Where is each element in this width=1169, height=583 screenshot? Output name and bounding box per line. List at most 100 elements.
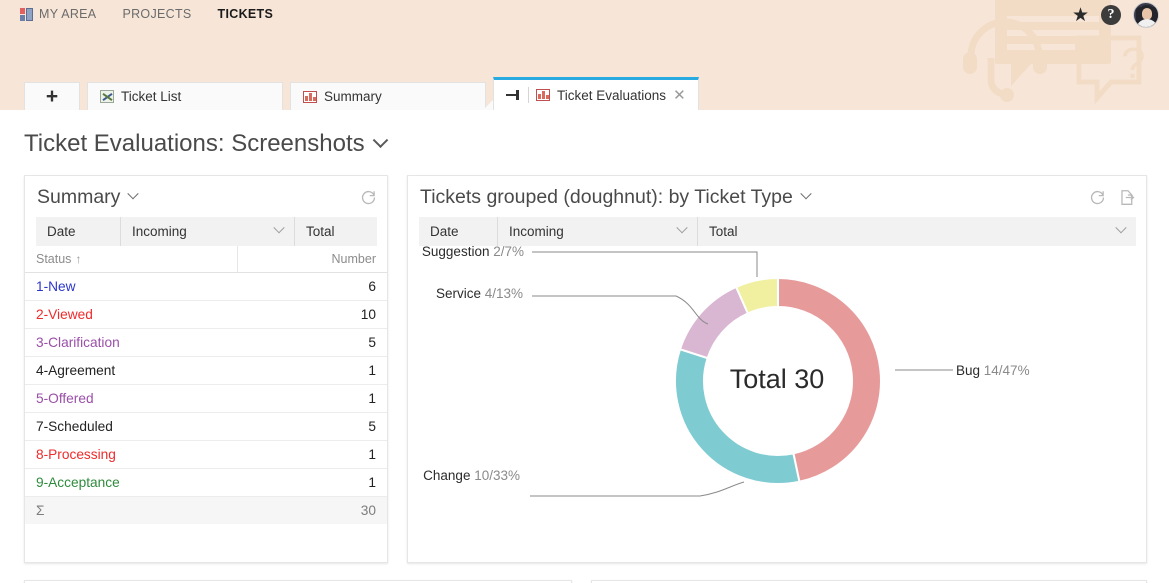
tab-ticket-list[interactable]: Ticket List — [87, 82, 283, 110]
cell-total-symbol: Σ — [25, 496, 238, 524]
chart-widget-title: Tickets grouped (doughnut): by Ticket Ty… — [420, 186, 793, 208]
filter-incoming[interactable]: Incoming — [497, 217, 697, 246]
table-row[interactable]: 8-Processing 1 — [25, 440, 387, 469]
pin-icon[interactable] — [506, 89, 521, 101]
star-icon[interactable]: ★ — [1072, 6, 1089, 25]
table-row[interactable]: 2-Viewed 10 — [25, 300, 387, 329]
tab-ticket-evaluations[interactable]: Ticket Evaluations ✕ — [493, 77, 699, 110]
chart-icon — [303, 90, 317, 103]
cell-status[interactable]: 7-Scheduled — [25, 412, 238, 441]
callout-line-service — [532, 295, 709, 325]
filter-incoming-label: Incoming — [509, 224, 564, 239]
cell-number: 5 — [237, 328, 387, 357]
cell-status[interactable]: 5-Offered — [25, 384, 238, 413]
chevron-down-icon[interactable] — [800, 187, 812, 199]
cell-status[interactable]: 1-New — [25, 272, 238, 301]
page-title: Ticket Evaluations: Screenshots — [0, 110, 1169, 158]
cell-number: 6 — [237, 272, 387, 301]
close-icon[interactable]: ✕ — [673, 88, 686, 103]
chevron-down-icon[interactable] — [1115, 221, 1127, 233]
tab-label-summary: Summary — [324, 89, 382, 104]
cell-status[interactable]: 8-Processing — [25, 440, 238, 469]
summary-filter-bar: Date Incoming Total — [36, 217, 377, 246]
chart-filter-bar: Date Incoming Total — [419, 217, 1136, 246]
summary-widget: Summary Date Incoming Total Status ↑ Num… — [24, 175, 388, 563]
doughnut-label-suggestion: Suggestion 2/7% — [422, 246, 524, 259]
doughnut-label-change: Change 10/33% — [423, 468, 520, 483]
cell-number: 1 — [237, 356, 387, 385]
chevron-down-icon[interactable] — [372, 131, 388, 148]
table-row[interactable]: 5-Offered 1 — [25, 384, 387, 413]
cell-total-number: 30 — [237, 496, 387, 524]
summary-table-body: 1-New 6 2-Viewed 10 3-Clarification 5 4-Agreem… — [25, 272, 387, 524]
filter-date[interactable]: Date — [36, 217, 120, 246]
nav-item-my-area[interactable]: MY AREA — [20, 0, 96, 28]
refresh-icon[interactable] — [1089, 189, 1106, 206]
chart-widget-header: Tickets grouped (doughnut): by Ticket Ty… — [408, 176, 1146, 215]
summary-table: Status ↑ Number 1-New 6 2-Viewed 10 3-Clarifi… — [25, 246, 387, 524]
filter-incoming[interactable]: Incoming — [120, 217, 294, 246]
widget-row: Summary Date Incoming Total Status ↑ Num… — [0, 158, 1169, 563]
filter-incoming-label: Incoming — [132, 224, 187, 239]
cell-status[interactable]: 2-Viewed — [25, 300, 238, 329]
tab-summary[interactable]: Summary — [290, 82, 486, 110]
cell-number: 10 — [237, 300, 387, 329]
filter-total-label: Total — [306, 224, 335, 239]
refresh-icon[interactable] — [360, 189, 377, 206]
top-bar: ? MY AREA PROJECTS TICKETS ★ ? + Ticket … — [0, 0, 1169, 110]
filter-total[interactable]: Total — [697, 217, 1136, 246]
chevron-down-icon[interactable] — [676, 221, 688, 233]
nav-label-my-area: MY AREA — [39, 7, 97, 21]
chart-icon — [536, 89, 550, 101]
help-icon[interactable]: ? — [1101, 5, 1121, 25]
table-row[interactable]: 7-Scheduled 5 — [25, 412, 387, 441]
cell-number: 1 — [237, 440, 387, 469]
cell-status[interactable]: 9-Acceptance — [25, 468, 238, 497]
table-header-row: Status ↑ Number — [25, 246, 387, 273]
doughnut-chart-widget: Tickets grouped (doughnut): by Ticket Ty… — [407, 175, 1147, 563]
table-row[interactable]: 1-New 6 — [25, 272, 387, 301]
cell-number: 1 — [237, 468, 387, 497]
add-tab-button[interactable]: + — [24, 82, 80, 110]
page-title-text: Ticket Evaluations: Screenshots — [24, 130, 365, 157]
filter-date[interactable]: Date — [419, 217, 497, 246]
nav-item-projects[interactable]: PROJECTS — [122, 0, 191, 28]
nav-item-tickets[interactable]: TICKETS — [218, 0, 274, 28]
summary-widget-title: Summary — [37, 186, 121, 208]
tab-strip: + Ticket List Summary Ticket Evaluations… — [0, 77, 1169, 110]
export-icon[interactable] — [1119, 189, 1136, 206]
cell-number: 1 — [237, 384, 387, 413]
chevron-down-icon[interactable] — [127, 187, 140, 199]
avatar[interactable] — [1133, 2, 1159, 28]
tools-icon — [100, 90, 114, 103]
page-body: Ticket Evaluations: Screenshots Summary — [0, 110, 1169, 583]
doughnut-slice-service[interactable] — [678, 285, 750, 360]
doughnut-center-total: Total 30 — [729, 364, 825, 394]
filter-date-label: Date — [430, 224, 459, 239]
column-header-number[interactable]: Number — [236, 246, 387, 273]
doughnut-svg: Bug 14/47%Change 10/33%Service 4/13%Sugg… — [422, 246, 1030, 497]
doughnut-label-service: Service 4/13% — [436, 286, 523, 301]
chevron-down-icon[interactable] — [273, 221, 285, 233]
cell-status[interactable]: 4-Agreement — [25, 356, 238, 385]
cell-number: 5 — [237, 412, 387, 441]
top-icon-group: ★ ? — [1072, 2, 1159, 28]
table-row[interactable]: 4-Agreement 1 — [25, 356, 387, 385]
tab-label-ticket-list: Ticket List — [121, 89, 182, 104]
table-row[interactable]: 9-Acceptance 1 — [25, 468, 387, 497]
lower-widget-row — [0, 563, 1169, 583]
summary-widget-header: Summary — [25, 176, 387, 215]
column-header-status[interactable]: Status ↑ — [25, 246, 238, 273]
table-total-row: Σ 30 — [25, 496, 387, 524]
callout-line-suggestion — [532, 251, 758, 277]
filter-total-label: Total — [709, 224, 738, 239]
cell-status[interactable]: 3-Clarification — [25, 328, 238, 357]
filter-total[interactable]: Total — [294, 217, 377, 246]
doughnut-chart: Bug 14/47% Change 10/33% Service 4/13% Sugg… — [408, 246, 1146, 546]
tab-label-ticket-evaluations: Ticket Evaluations — [557, 87, 667, 103]
filter-date-label: Date — [47, 224, 76, 239]
nav-label-tickets: TICKETS — [217, 7, 274, 21]
table-row[interactable]: 3-Clarification 5 — [25, 328, 387, 357]
callout-line-change — [530, 481, 745, 497]
tab-divider — [528, 87, 529, 103]
